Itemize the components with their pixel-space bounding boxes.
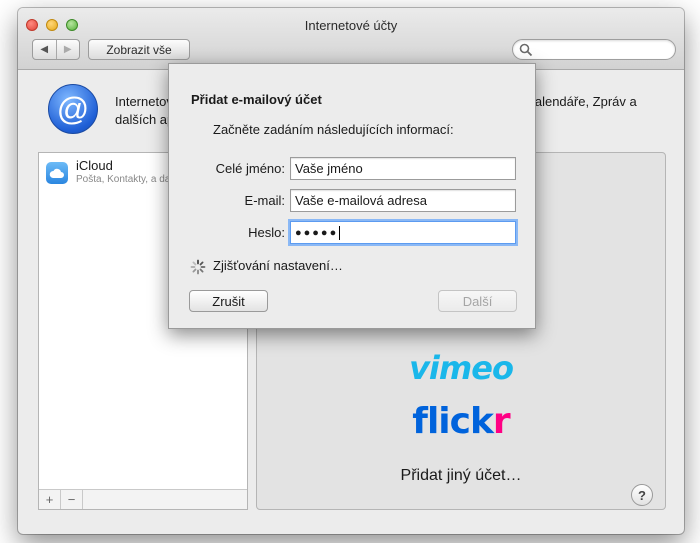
search-field[interactable] xyxy=(512,39,676,60)
account-name: iCloud xyxy=(76,158,113,173)
add-other-account-button[interactable]: Přidat jiný účet… xyxy=(257,467,665,485)
flickr-logo-main: flick xyxy=(412,401,494,442)
title-bar: Internetové účty ◀ ▶ Zobrazit vše xyxy=(18,8,684,70)
help-button[interactable]: ? xyxy=(631,484,653,506)
next-button[interactable]: Další xyxy=(438,290,517,312)
password-dots: ●●●●● xyxy=(295,226,339,239)
add-mail-account-sheet: Přidat e-mailový účet Začněte zadáním ná… xyxy=(168,63,536,329)
show-all-button[interactable]: Zobrazit vše xyxy=(88,39,190,60)
account-subtitle: Pošta, Kontakty, a další xyxy=(76,174,181,185)
search-icon xyxy=(519,43,533,57)
password-field[interactable]: ●●●●● xyxy=(290,221,516,244)
full-name-label: Celé jméno: xyxy=(215,161,285,176)
progress-spinner-icon xyxy=(190,259,206,275)
back-forward-control: ◀ ▶ xyxy=(32,39,80,60)
full-name-field[interactable]: Vaše jméno xyxy=(290,157,516,180)
cancel-button[interactable]: Zrušit xyxy=(189,290,268,312)
remove-account-button[interactable]: − xyxy=(61,490,83,509)
email-label: E-mail: xyxy=(244,193,285,208)
text-caret xyxy=(339,226,341,240)
internet-accounts-at-icon: @ xyxy=(48,84,98,134)
forward-arrow-icon[interactable]: ▶ xyxy=(55,40,80,59)
add-account-button[interactable]: + xyxy=(39,490,61,509)
provider-flickr[interactable]: flickr xyxy=(257,401,665,442)
sidebar-footer: + − xyxy=(39,489,247,509)
password-label: Heslo: xyxy=(248,225,285,240)
window-title: Internetové účty xyxy=(304,18,398,33)
status-text: Zjišťování nastavení… xyxy=(213,258,343,273)
back-arrow-icon[interactable]: ◀ xyxy=(33,40,56,59)
sheet-subtitle: Začněte zadáním následujících informací: xyxy=(213,122,454,137)
flickr-logo-r: r xyxy=(492,401,511,442)
email-field[interactable]: Vaše e-mailová adresa xyxy=(290,189,516,212)
provider-vimeo[interactable]: vimeo xyxy=(257,349,665,387)
icloud-icon xyxy=(46,162,68,184)
sheet-title: Přidat e-mailový účet xyxy=(191,92,322,107)
